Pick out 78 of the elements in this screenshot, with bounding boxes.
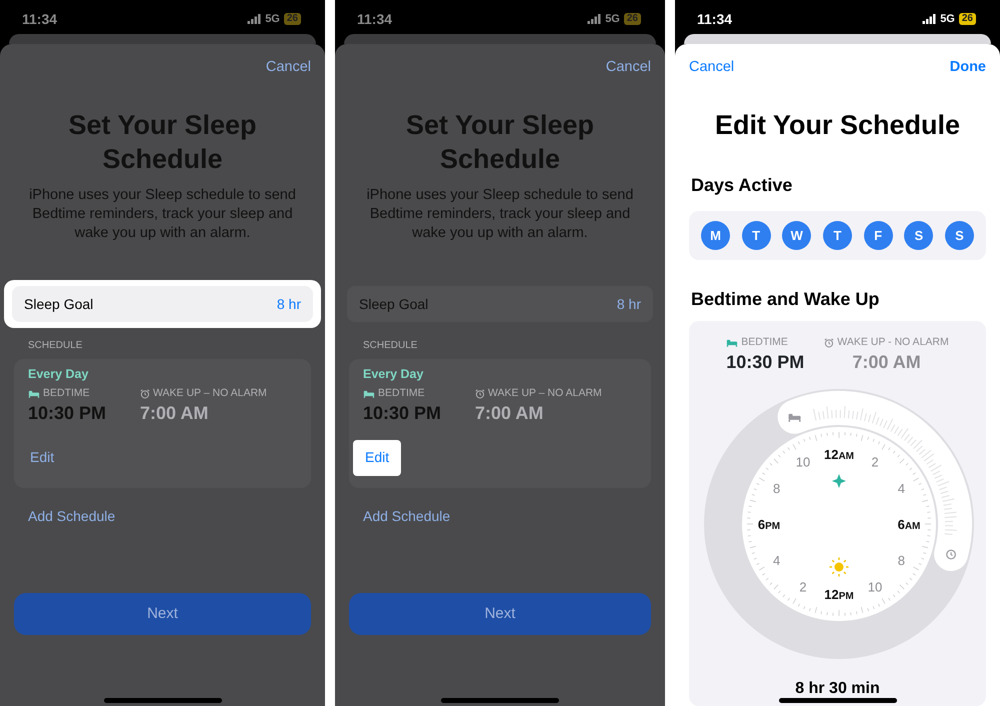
day-toggle[interactable]: W — [782, 221, 812, 250]
dial-hour-label: 6PM — [757, 516, 780, 532]
dial-hour-label: 2 — [870, 454, 878, 470]
dial-hour-label: 12AM — [823, 446, 854, 462]
battery-level: 26 — [958, 13, 976, 25]
status-time: 11:34 — [357, 10, 392, 28]
next-button[interactable]: Next — [14, 593, 311, 635]
bed-icon — [28, 389, 40, 398]
add-schedule-link[interactable]: Add Schedule — [28, 506, 116, 526]
screen-title: Set Your Sleep Schedule — [67, 109, 258, 176]
next-button[interactable]: Next — [349, 593, 651, 635]
network-label: 5G — [265, 12, 280, 27]
day-toggle[interactable]: F — [864, 221, 893, 250]
dial-hour-label: 2 — [798, 579, 806, 594]
cancel-link[interactable]: Cancel — [266, 57, 311, 79]
battery-level: 26 — [624, 13, 641, 25]
dial-hour-label: 4 — [772, 552, 780, 568]
screen-title: Edit Your Schedule — [714, 109, 962, 142]
section-label: SCHEDULE — [363, 339, 418, 353]
description-text: iPhone uses your Sleep schedule to send Bedtime reminders, track your sleep and wake you up with an alarm. — [366, 186, 634, 243]
network-label: 5G — [940, 12, 955, 27]
schedule-days: Every Day — [363, 365, 637, 384]
bed-icon — [363, 389, 375, 398]
cancel-link[interactable]: Cancel — [689, 57, 734, 79]
done-link[interactable]: Done — [950, 57, 986, 79]
alarm-clock-icon — [475, 388, 485, 399]
dial-hour-label: 8 — [897, 552, 904, 568]
cancel-link[interactable]: Cancel — [606, 57, 651, 79]
sleep-goal-row[interactable]: Sleep Goal 8 hr — [347, 286, 653, 322]
signal-icon — [922, 14, 936, 24]
dial-hour-label: 4 — [897, 480, 904, 496]
sleep-goal-row[interactable]: Sleep Goal 8 hr — [12, 286, 313, 322]
bedtime-value: 10:30 PM — [363, 402, 442, 424]
signal-icon — [247, 14, 262, 24]
dial-hour-label: 8 — [772, 480, 780, 496]
day-toggle[interactable]: M — [701, 221, 730, 250]
status-time: 11:34 — [22, 10, 58, 28]
sleep-dial-drawing[interactable] — [704, 388, 974, 659]
sleep-goal-label: Sleep Goal — [359, 294, 428, 314]
wake-label: WAKE UP - NO ALARM — [837, 335, 949, 350]
wake-label: WAKE UP – NO ALARM — [153, 386, 267, 401]
bedtime-label: BEDTIME — [378, 386, 425, 401]
section-heading: Days Active — [691, 174, 794, 197]
day-toggle[interactable]: S — [944, 221, 974, 250]
sleep-duration: 8 hr 30 min — [795, 678, 880, 699]
alarm-clock-icon — [824, 338, 834, 348]
dial-hour-label: 10 — [867, 579, 882, 594]
bedtime-label: BEDTIME — [741, 335, 788, 350]
dial-hour-label: 10 — [795, 454, 810, 470]
wake-label: WAKE UP – NO ALARM — [488, 386, 602, 401]
bedtime-label: BEDTIME — [43, 386, 90, 401]
sleep-goal-label: Sleep Goal — [24, 294, 94, 314]
screen-title: Set Your Sleep Schedule — [404, 109, 596, 176]
section-heading: Bedtime and Wake Up — [691, 288, 880, 311]
schedule-days: Every Day — [28, 365, 297, 384]
bed-icon — [726, 338, 738, 348]
bedtime-value: 10:30 PM — [28, 402, 108, 424]
description-text: iPhone uses your Sleep schedule to send Bedtime reminders, track your sleep and wake you up with an alarm. — [28, 186, 297, 243]
sleep-goal-value: 8 hr — [616, 294, 641, 314]
day-toggle[interactable]: S — [904, 221, 934, 250]
dial-hour-label: 12PM — [824, 586, 854, 602]
sleep-goal-value: 8 hr — [276, 294, 301, 314]
add-schedule-link[interactable]: Add Schedule — [363, 506, 450, 526]
edit-link[interactable]: Edit — [365, 446, 390, 468]
status-time: 11:34 — [697, 10, 732, 28]
signal-icon — [587, 14, 602, 24]
day-toggle[interactable]: T — [742, 221, 771, 250]
bedtime-value: 10:30 PM — [726, 350, 804, 373]
day-toggle[interactable]: T — [822, 221, 852, 250]
alarm-clock-icon — [140, 388, 150, 399]
wake-value: 7:00 AM — [475, 402, 544, 424]
section-label: SCHEDULE — [28, 339, 84, 353]
battery-level: 26 — [284, 13, 301, 25]
edit-link[interactable]: Edit — [30, 446, 54, 468]
wake-value: 7:00 AM — [140, 402, 208, 424]
wake-value: 7:00 AM — [851, 350, 922, 373]
network-label: 5G — [605, 12, 620, 27]
dial-hour-label: 6AM — [897, 516, 920, 532]
